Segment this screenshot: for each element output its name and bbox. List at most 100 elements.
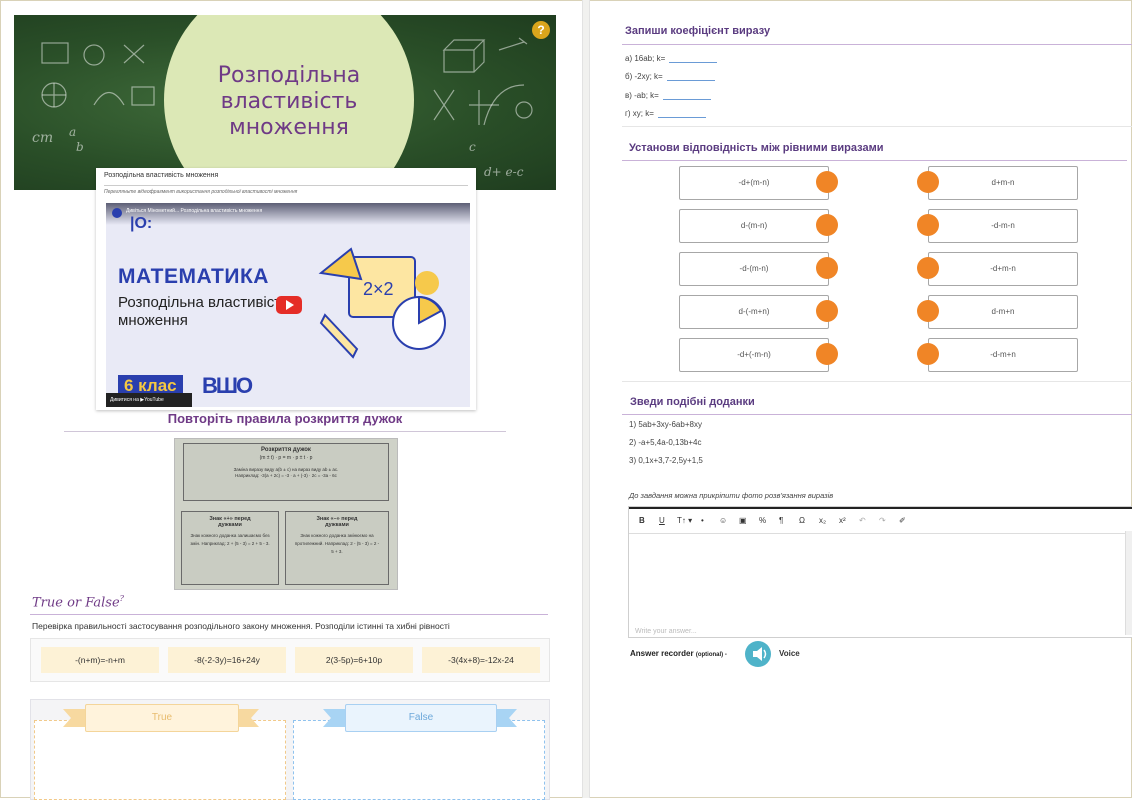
image-icon[interactable]: ▣ (739, 516, 747, 525)
match-dot[interactable] (816, 257, 838, 279)
chalk-text: c (469, 140, 476, 154)
match-dot[interactable] (917, 343, 939, 365)
match-left[interactable]: -d-(m-n) (679, 252, 829, 286)
false-bin[interactable] (293, 720, 545, 800)
match-dot[interactable] (816, 171, 838, 193)
coef-item-label: а) 16ab; k= (625, 54, 666, 63)
match-right[interactable]: d+m-n (928, 166, 1078, 200)
answer-recorder-label: Answer recorder (optional) - (630, 649, 727, 658)
match-dot[interactable] (917, 300, 939, 322)
answer-editor[interactable]: B U T↑ ▾ • ☺ ▣ % ¶ Ω x₂ x² ↶ ↷ ✐ Write y… (628, 506, 1132, 638)
coef-item: б) -2xy; k= (625, 71, 715, 81)
color-button[interactable]: • (701, 516, 704, 525)
match-left[interactable]: d-(-m+n) (679, 295, 829, 329)
statement-card[interactable]: -8(-2-3y)=16+24y (168, 647, 286, 673)
divider (30, 614, 548, 615)
recorder-optional: (optional) - (695, 652, 727, 658)
watch-on-youtube-link[interactable]: Дивитися на ▶YouTube (106, 393, 192, 407)
divider (622, 414, 1132, 415)
true-false-heading: True or False? (32, 594, 124, 610)
false-label: False (345, 704, 497, 732)
rule-text: Заміна виразу виду a(b ± c) на вираз вид… (233, 467, 339, 472)
rule-box-main: Розкриття дужок (m ± t) · p = m · p ± t … (183, 443, 389, 501)
help-icon[interactable]: ? (120, 594, 124, 603)
chalk-text: a (69, 125, 77, 139)
match-dot[interactable] (917, 214, 939, 236)
rule-box-plus: Знак «+» перед дужками Знак кожного дода… (181, 511, 279, 585)
similar-heading: Зведи подібні доданки (630, 396, 755, 408)
statement-card[interactable]: 2(3-5p)=6+10p (295, 647, 413, 673)
superscript-button[interactable]: x² (839, 516, 846, 525)
match-right[interactable]: -d+m-n (928, 252, 1078, 286)
eraser-icon[interactable]: ✐ (899, 516, 906, 525)
undo-icon[interactable]: ↶ (859, 516, 866, 525)
match-dot[interactable] (816, 300, 838, 322)
chalk-text: cm (32, 130, 54, 146)
rule-box-minus: Знак «–» перед дужками Знак кожного дода… (285, 511, 389, 585)
video-card-description: Перегляньте відеофрагмент використання р… (104, 189, 298, 195)
match-left[interactable]: -d+(m-n) (679, 166, 829, 200)
column-divider (582, 0, 590, 798)
subscript-button[interactable]: x₂ (819, 516, 826, 525)
card-label: 2×2 (363, 279, 394, 299)
divider (104, 185, 468, 186)
omega-icon[interactable]: Ω (799, 516, 805, 525)
coef-item-label: г) xy; k= (625, 109, 654, 118)
rule-example: Наприклад: -3(a + 2c) = -3 · a + (-3) · … (235, 473, 337, 478)
editor-scrollbar[interactable] (1125, 531, 1132, 635)
font-size-button[interactable]: T↑ ▾ (677, 516, 692, 525)
coef-input[interactable] (666, 71, 715, 81)
statement-card[interactable]: -3(4x+8)=-12x-24 (422, 647, 540, 673)
similar-item: 2) -a+5,4a-0,13b+4c (629, 438, 702, 447)
divider (622, 381, 1132, 382)
divider (622, 44, 1132, 45)
true-label: True (85, 704, 239, 732)
banner-title: Розподільна властивість множення (217, 63, 361, 140)
chalk-doodles (41, 42, 155, 108)
match-left[interactable]: -d+(-m-n) (679, 338, 829, 372)
video-player[interactable]: Дивіться Мінометний... Розподільна власт… (106, 203, 470, 407)
redo-icon[interactable]: ↷ (879, 516, 886, 525)
true-bin[interactable] (34, 720, 286, 800)
video-card-title: Розподільна властивість множення (104, 172, 219, 179)
rule-formula: (m ± t) · p = m · p ± t · p (259, 455, 313, 461)
link-icon[interactable]: % (759, 516, 766, 525)
voice-record-icon[interactable] (745, 641, 771, 667)
coef-input[interactable] (657, 108, 706, 118)
bold-button[interactable]: B (639, 516, 645, 525)
coef-item: г) xy; k= (625, 108, 706, 118)
match-right[interactable]: -d-m+n (928, 338, 1078, 372)
brand-mark: ВШО (202, 373, 253, 398)
speaker-icon (753, 647, 767, 661)
underline-button[interactable]: U (659, 516, 665, 525)
statement-card[interactable]: -(n+m)=-n+m (41, 647, 159, 673)
statement-cards: -(n+m)=-n+m -8(-2-3y)=16+24y 2(3-5p)=6+1… (30, 638, 550, 682)
match-left[interactable]: d-(m-n) (679, 209, 829, 243)
match-right[interactable]: -d-m-n (928, 209, 1078, 243)
rule-minus-text: Знак кожного доданка змінюємо на протиле… (294, 533, 380, 554)
true-false-dropzone: True False (30, 699, 550, 800)
paragraph-icon[interactable]: ¶ (779, 516, 783, 525)
help-icon[interactable]: ? (532, 21, 550, 39)
coef-input[interactable] (662, 90, 711, 100)
match-dot[interactable] (816, 343, 838, 365)
youtube-play-icon[interactable] (276, 296, 302, 314)
video-card: Розподільна властивість множення Перегля… (96, 168, 476, 410)
channel-avatar (112, 208, 122, 218)
matching-heading: Установи відповідність між рівними вираз… (629, 142, 884, 154)
video-top-bar (106, 203, 470, 225)
true-false-title: True or False (32, 595, 120, 611)
brand-logo: |O: (130, 215, 153, 232)
match-dot[interactable] (917, 257, 939, 279)
video-top-title: Дивіться Мінометний... Розподільна власт… (126, 208, 263, 214)
emoji-icon[interactable]: ☺ (719, 516, 727, 525)
true-false-description: Перевірка правильності застосування розп… (32, 621, 450, 631)
divider (64, 431, 506, 432)
chalk-text: d+ e-c (484, 165, 524, 179)
chalk-text: b (76, 140, 84, 154)
coef-input[interactable] (669, 53, 718, 63)
match-dot[interactable] (917, 171, 939, 193)
match-dot[interactable] (816, 214, 838, 236)
match-right[interactable]: d-m+n (928, 295, 1078, 329)
divider (622, 160, 1127, 161)
